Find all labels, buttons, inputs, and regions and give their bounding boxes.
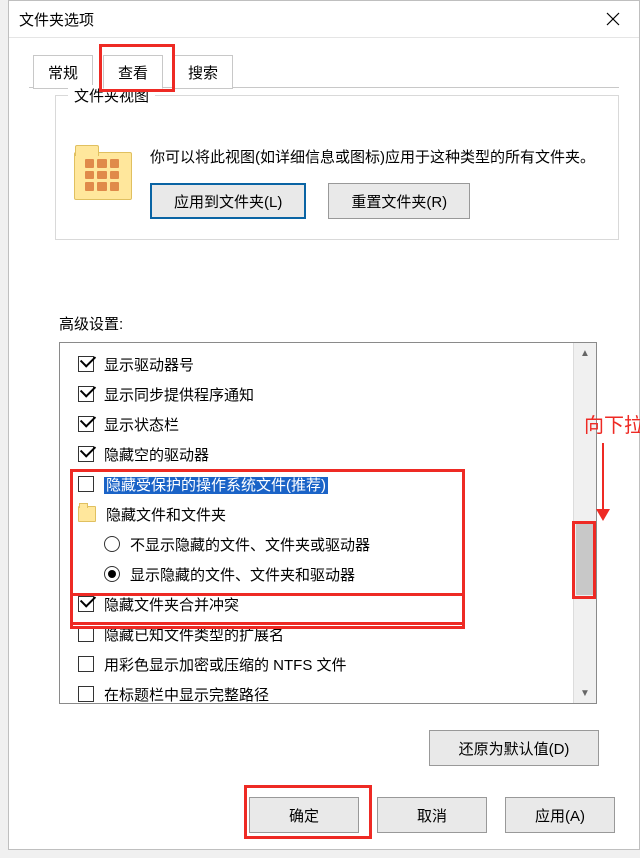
folder-icon	[74, 152, 132, 200]
ok-button[interactable]: 确定	[249, 797, 359, 833]
list-item-label: 隐藏受保护的操作系统文件(推荐)	[104, 474, 328, 495]
list-item-label: 隐藏文件和文件夹	[106, 504, 226, 525]
list-item-label: 显示隐藏的文件、文件夹和驱动器	[130, 564, 355, 585]
list-item-label: 在标题栏中显示完整路径	[104, 684, 269, 704]
annotation-arrow-down-icon	[602, 443, 604, 519]
list-item[interactable]: 显示同步提供程序通知	[78, 379, 570, 409]
list-item-label: 隐藏文件夹合并冲突	[104, 594, 239, 615]
folder-views-description: 你可以将此视图(如详细信息或图标)应用于这种类型的所有文件夹。	[150, 146, 600, 169]
folder-options-window: 文件夹选项 常规 查看 搜索 文件夹视图 你可以将此视图(如详细信息或图标)应用…	[8, 0, 640, 850]
radio[interactable]	[104, 566, 120, 582]
list-item-label: 显示状态栏	[104, 414, 179, 435]
scrollbar-thumb[interactable]	[576, 523, 594, 595]
list-item-label: 用彩色显示加密或压缩的 NTFS 文件	[104, 654, 347, 675]
list-item-label: 隐藏空的驱动器	[104, 444, 209, 465]
list-item[interactable]: 显示驱动器号	[78, 349, 570, 379]
apply-button[interactable]: 应用(A)	[505, 797, 615, 833]
folder-icon	[78, 506, 96, 522]
checkbox[interactable]	[78, 596, 94, 612]
list-item-label: 不显示隐藏的文件、文件夹或驱动器	[130, 534, 370, 555]
tab-search[interactable]: 搜索	[173, 55, 233, 89]
dialog-button-row: 确定 取消 应用(A)	[9, 797, 639, 833]
list-item[interactable]: 隐藏空的驱动器	[78, 439, 570, 469]
checkbox[interactable]	[78, 656, 94, 672]
scrollbar-up-icon[interactable]: ▲	[574, 343, 596, 363]
list-item-label: 显示驱动器号	[104, 354, 194, 375]
advanced-settings-list: 显示驱动器号显示同步提供程序通知显示状态栏隐藏空的驱动器隐藏受保护的操作系统文件…	[59, 342, 597, 704]
advanced-settings-label: 高级设置:	[59, 313, 599, 334]
scrollbar[interactable]: ▲ ▼	[573, 343, 596, 703]
tab-general[interactable]: 常规	[33, 55, 93, 89]
folder-views-group: 文件夹视图 你可以将此视图(如详细信息或图标)应用于这种类型的所有文件夹。 应用…	[55, 95, 619, 240]
window-title: 文件夹选项	[19, 9, 591, 30]
close-button[interactable]	[591, 4, 635, 34]
list-item[interactable]: 在标题栏中显示完整路径	[78, 679, 570, 703]
list-item[interactable]: 显示隐藏的文件、文件夹和驱动器	[78, 559, 570, 589]
checkbox[interactable]	[78, 356, 94, 372]
advanced-settings-body[interactable]: 显示驱动器号显示同步提供程序通知显示状态栏隐藏空的驱动器隐藏受保护的操作系统文件…	[60, 343, 574, 703]
checkbox[interactable]	[78, 446, 94, 462]
tab-strip: 常规 查看 搜索	[9, 50, 639, 88]
checkbox[interactable]	[78, 476, 94, 492]
restore-defaults-button[interactable]: 还原为默认值(D)	[429, 730, 599, 766]
reset-folders-button[interactable]: 重置文件夹(R)	[328, 183, 470, 219]
list-item-label: 隐藏已知文件类型的扩展名	[104, 624, 284, 645]
checkbox[interactable]	[78, 416, 94, 432]
tab-view[interactable]: 查看	[103, 55, 163, 89]
list-item[interactable]: 隐藏受保护的操作系统文件(推荐)	[78, 469, 570, 499]
radio[interactable]	[104, 536, 120, 552]
scrollbar-down-icon[interactable]: ▼	[574, 683, 596, 703]
list-item[interactable]: 隐藏文件夹合并冲突	[78, 589, 570, 619]
checkbox[interactable]	[78, 626, 94, 642]
list-group-header: 隐藏文件和文件夹	[78, 499, 570, 529]
close-icon	[606, 12, 620, 26]
checkbox[interactable]	[78, 686, 94, 702]
tab-content: 文件夹视图 你可以将此视图(如详细信息或图标)应用于这种类型的所有文件夹。 应用…	[29, 95, 619, 777]
list-item[interactable]: 隐藏已知文件类型的扩展名	[78, 619, 570, 649]
list-item[interactable]: 用彩色显示加密或压缩的 NTFS 文件	[78, 649, 570, 679]
apply-to-folders-button[interactable]: 应用到文件夹(L)	[150, 183, 306, 219]
list-item-label: 显示同步提供程序通知	[104, 384, 254, 405]
title-bar: 文件夹选项	[9, 1, 639, 38]
list-item[interactable]: 不显示隐藏的文件、文件夹或驱动器	[78, 529, 570, 559]
list-item[interactable]: 显示状态栏	[78, 409, 570, 439]
checkbox[interactable]	[78, 386, 94, 402]
cancel-button[interactable]: 取消	[377, 797, 487, 833]
